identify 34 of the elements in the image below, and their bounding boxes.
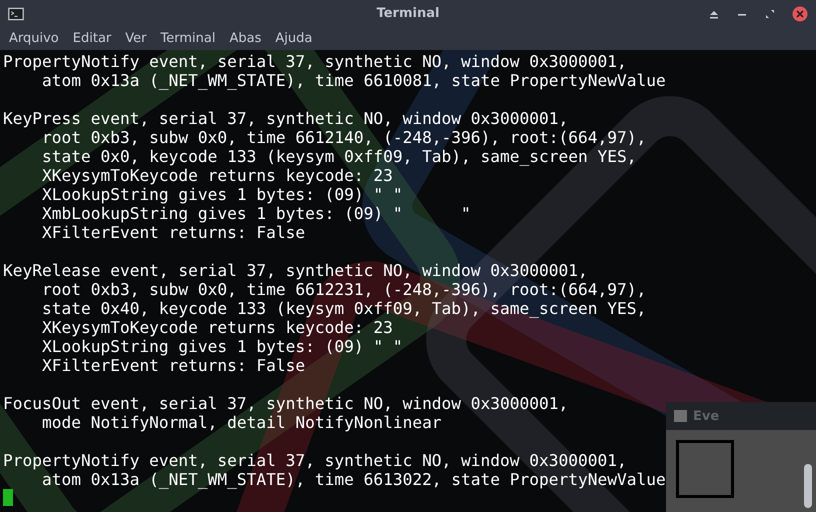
terminal-line: state 0x0, keycode 133 (keysym 0xff09, Tab), same_screen YES, [40,147,636,166]
terminal-line: atom 0x13a (_NET_WM_STATE), time 6613022, state PropertyNewValue [40,470,666,489]
terminal-line: mode NotifyNormal, detail NotifyNonlinear [40,413,442,432]
menu-item[interactable]: Terminal [154,31,222,46]
terminal-line: atom 0x13a (_NET_WM_STATE), time 6610081, state PropertyNewValue [40,71,666,90]
menu-item[interactable]: Editar [66,31,118,46]
close-button[interactable] [792,6,808,22]
terminal-line: PropertyNotify event, serial 37, synthetic NO, window 0x3000001, [3,52,627,71]
menu-item[interactable]: Abas [222,31,268,46]
terminal-line: XmbLookupString gives 1 bytes: (09) " " [40,204,471,223]
window-icon [674,410,687,422]
terminal-line: XKeysymToKeycode returns keycode: 23 [40,166,393,185]
terminal-line: PropertyNotify event, serial 37, synthetic NO, window 0x3000001, [3,451,627,470]
terminal-line: root 0xb3, subw 0x0, time 6612231, (-248,-396), root:(664,97), [40,280,646,299]
menu-item[interactable]: Ajuda [268,31,320,46]
background-window-title: Eve [693,408,720,424]
menu-item[interactable]: Ver [118,31,154,46]
terminal-line: XLookupString gives 1 bytes: (09) " " [40,185,403,204]
terminal-line: XLookupString gives 1 bytes: (09) " " [40,337,403,356]
terminal-line: XKeysymToKeycode returns keycode: 23 [40,318,393,337]
maximize-button[interactable] [764,8,776,20]
terminal-line: state 0x40, keycode 133 (keysym 0xff09, Tab), same_screen YES, [40,299,646,318]
window-title: Terminal [376,6,440,21]
menu-item[interactable]: Arquivo [2,31,66,46]
terminal-line: KeyPress event, serial 37, synthetic NO, window 0x3000001, [3,109,568,128]
terminal-line: XFilterEvent returns: False [40,356,306,375]
scrollbar-thumb[interactable] [804,464,812,508]
text-cursor [3,489,13,506]
square-drawing [676,440,734,498]
terminal-line: KeyRelease event, serial 37, synthetic NO, window 0x3000001, [3,261,588,280]
terminal-line: root 0xb3, subw 0x0, time 6612140, (-248,-396), root:(664,97), [40,128,646,147]
terminal-line: XFilterEvent returns: False [40,223,306,242]
terminal-line: FocusOut event, serial 37, synthetic NO, window 0x3000001, [3,394,568,413]
terminal-icon [8,6,24,20]
